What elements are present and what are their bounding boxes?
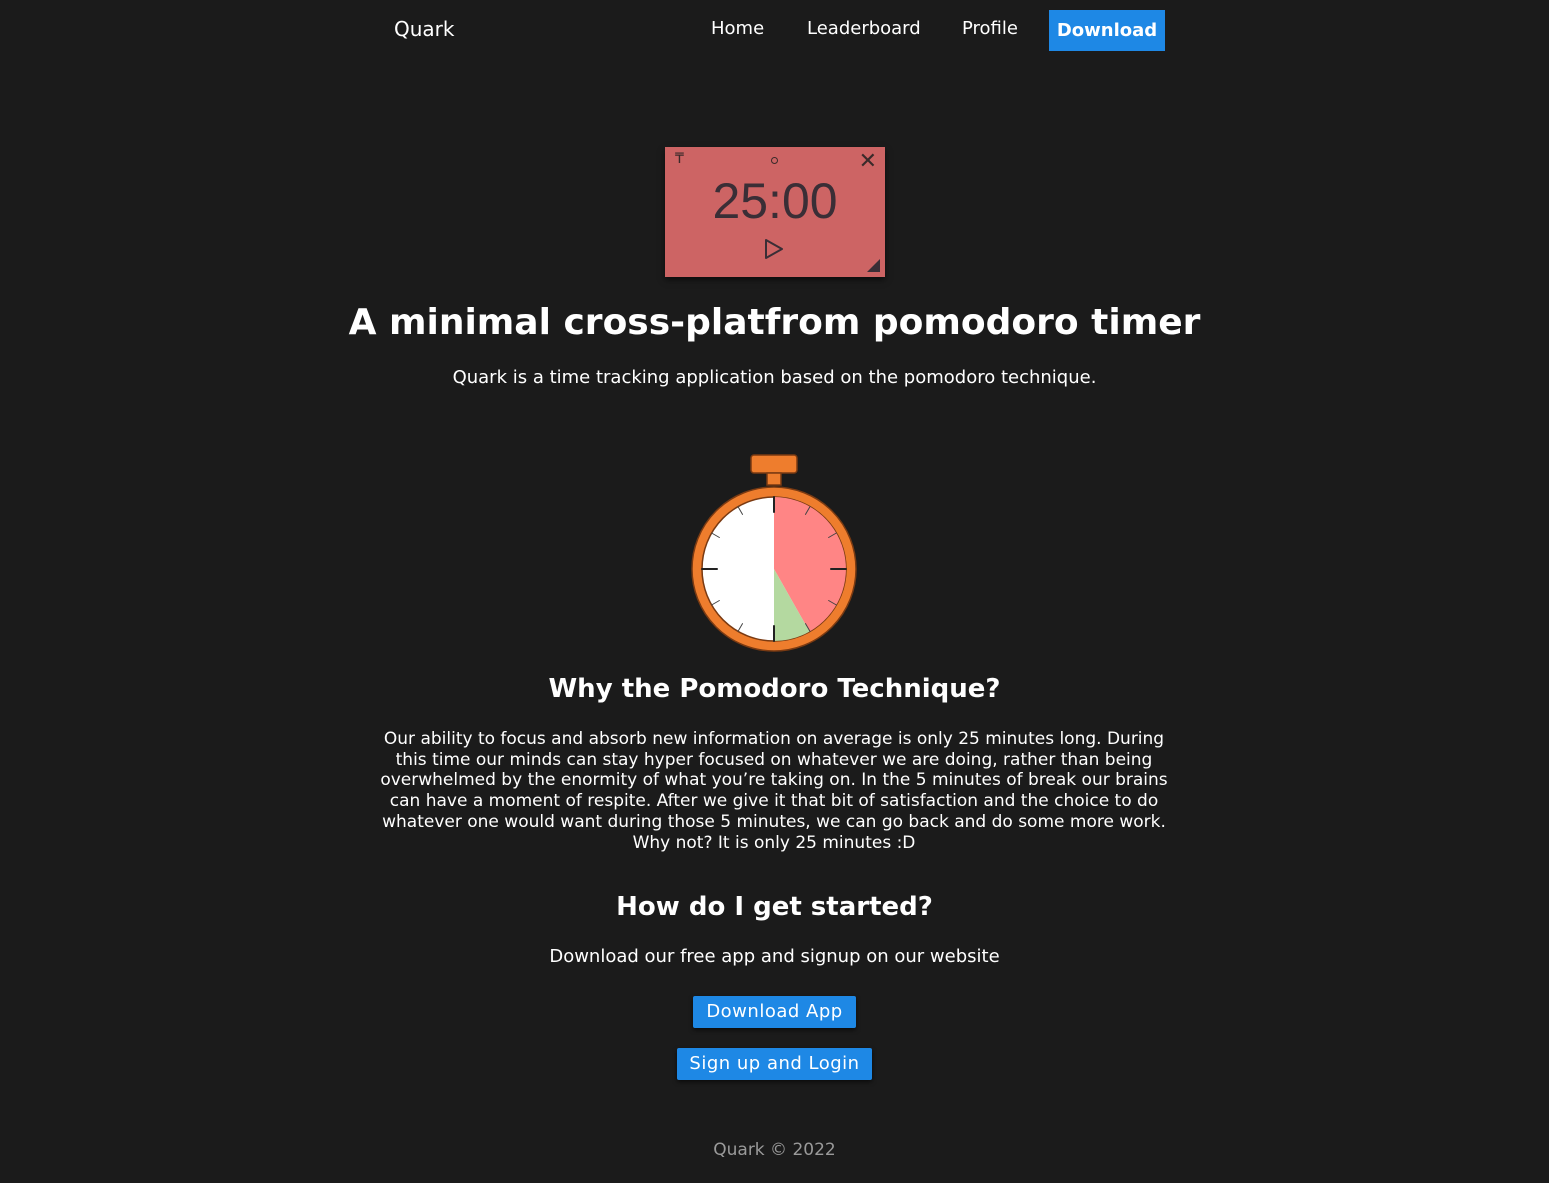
started-heading: How do I get started? [616,892,933,922]
download-app-button[interactable]: Download App [693,996,856,1028]
stopwatch-icon [691,454,857,652]
play-icon[interactable] [763,238,785,260]
resize-handle-icon[interactable] [867,259,880,272]
started-text: Download our free app and signup on our … [549,946,1000,967]
timer-widget-preview: ₸ ✕ 25:00 [665,147,885,277]
hero-subtitle: Quark is a time tracking application bas… [452,367,1097,388]
hero-title: A minimal cross-platfrom pomodoro timer [348,302,1201,343]
pin-icon[interactable]: ₸ [675,151,684,167]
why-body: Our ability to focus and absorb new info… [380,729,1168,853]
signup-login-button[interactable]: Sign up and Login [677,1048,872,1080]
close-icon[interactable]: ✕ [859,149,877,174]
navbar: Quark Home Leaderboard Profile Download [0,0,1549,60]
nav-home[interactable]: Home [711,18,764,39]
brand-logo[interactable]: Quark [394,17,454,41]
nav-leaderboard[interactable]: Leaderboard [807,18,921,39]
footer-copyright: Quark © 2022 [713,1140,836,1160]
nav-profile[interactable]: Profile [962,18,1018,39]
why-heading: Why the Pomodoro Technique? [548,674,1001,704]
drag-handle-icon[interactable] [771,157,778,164]
timer-display: 25:00 [712,173,838,229]
nav-download-button[interactable]: Download [1049,10,1165,51]
